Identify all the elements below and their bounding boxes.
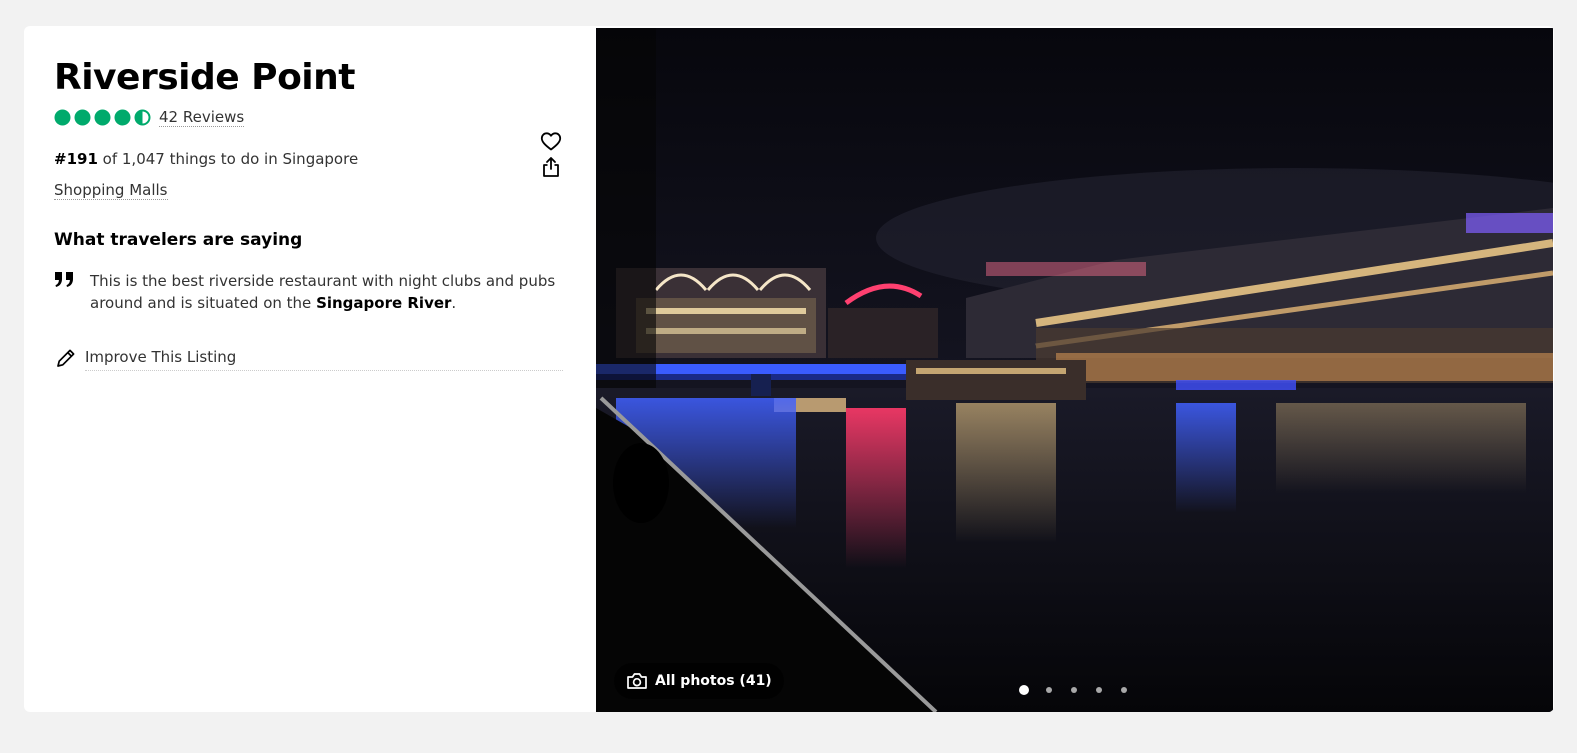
- carousel-dot[interactable]: [1019, 685, 1029, 695]
- carousel-dot[interactable]: [1044, 685, 1054, 695]
- quote-icon: [55, 272, 73, 287]
- hero-photo: [596, 28, 1553, 712]
- photo-carousel[interactable]: All photos (41): [596, 28, 1553, 712]
- rank-description: of 1,047 things to do in Singapore: [97, 150, 359, 168]
- bubble-full-icon: [114, 109, 131, 126]
- carousel-pagination: [1019, 685, 1129, 695]
- heart-icon: [540, 132, 562, 151]
- camera-icon: [627, 673, 647, 689]
- save-button[interactable]: [539, 129, 563, 153]
- category-link[interactable]: Shopping Malls: [54, 181, 168, 200]
- improve-listing-link[interactable]: Improve This Listing: [54, 345, 564, 373]
- share-icon: [543, 157, 559, 177]
- listing-info-panel: Riverside Point 42 Reviews #191 of 1,047…: [24, 26, 596, 712]
- rating-row[interactable]: 42 Reviews: [54, 108, 245, 127]
- travelers-heading: What travelers are saying: [54, 230, 303, 250]
- carousel-dot[interactable]: [1094, 685, 1104, 695]
- pencil-icon: [57, 349, 75, 367]
- share-button[interactable]: [539, 155, 563, 179]
- traveler-quote: This is the best riverside restaurant wi…: [90, 270, 560, 314]
- carousel-dot[interactable]: [1069, 685, 1079, 695]
- all-photos-label: All photos (41): [655, 673, 772, 689]
- rating-bubbles: [54, 109, 151, 126]
- quote-end: .: [451, 294, 457, 312]
- carousel-dot[interactable]: [1119, 685, 1129, 695]
- bubble-full-icon: [94, 109, 111, 126]
- reviews-link[interactable]: 42 Reviews: [159, 108, 245, 127]
- improve-listing-label: Improve This Listing: [85, 348, 563, 371]
- quote-highlight: Singapore River: [316, 294, 452, 312]
- rank-number: #191: [54, 150, 98, 168]
- page-title: Riverside Point: [54, 57, 355, 98]
- bubble-full-icon: [54, 109, 71, 126]
- attraction-card: Riverside Point 42 Reviews #191 of 1,047…: [24, 26, 1554, 712]
- bubble-half-icon: [134, 109, 151, 126]
- bubble-full-icon: [74, 109, 91, 126]
- all-photos-button[interactable]: All photos (41): [614, 663, 784, 699]
- ranking-text[interactable]: #191 of 1,047 things to do in Singapore: [54, 150, 358, 168]
